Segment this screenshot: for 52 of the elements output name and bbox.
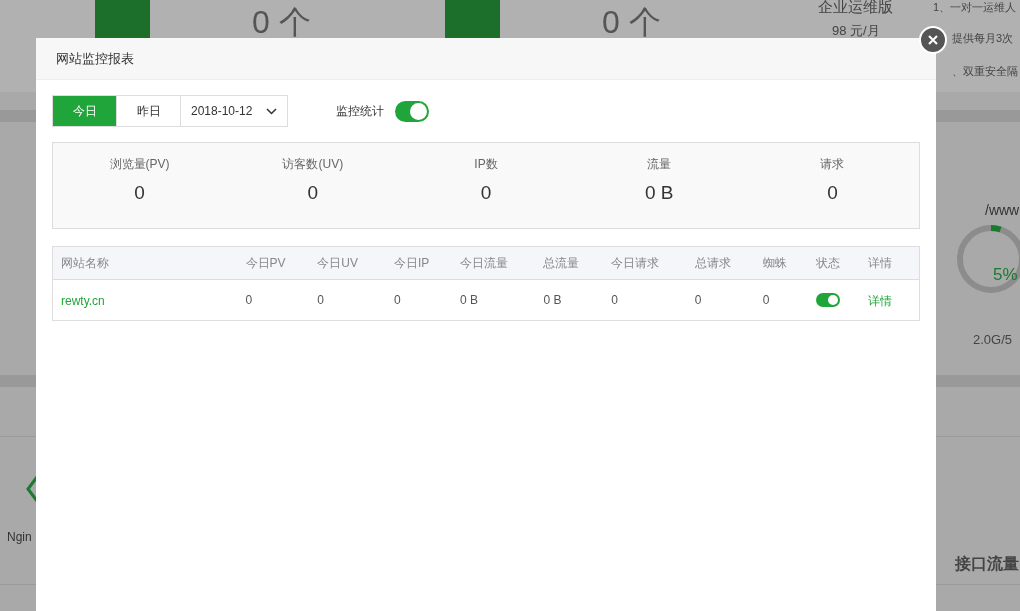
table-cell-text: 0: [610, 292, 619, 309]
feature-text: 提供每月3次: [952, 31, 1014, 46]
feature-text: 、双重安全隔: [952, 64, 1018, 79]
column-header: 总请求: [693, 255, 732, 272]
chevron-icon: [26, 475, 38, 503]
table-cell-text: 0: [393, 292, 402, 309]
stat-label: 请求: [820, 156, 845, 173]
stat-label: IP数: [474, 156, 498, 173]
column-header: 今日请求: [610, 255, 661, 272]
table-cell-text: 0: [693, 292, 703, 309]
column-header: 今日流量: [458, 255, 509, 272]
software-name: Ngin: [7, 529, 32, 546]
stat-label: 浏览量(PV): [109, 156, 170, 173]
stat-value: 0: [134, 181, 145, 205]
stat-value: 0: [480, 181, 492, 205]
disk-gauge: [956, 224, 1020, 294]
badge: [95, 0, 150, 40]
stat-label: 访客数(UV): [282, 156, 344, 173]
column-header: 今日IP: [393, 255, 431, 272]
column-header: 今日PV: [244, 255, 287, 272]
stat-value: 0: [307, 181, 319, 205]
badge: [445, 0, 500, 40]
column-header: 详情: [867, 255, 893, 272]
plan-price: 98 元/月: [832, 22, 880, 40]
stat-value: 0 B: [644, 181, 674, 205]
modal-title: 网站监控报表: [56, 49, 134, 68]
site-link[interactable]: rewty.cn: [61, 294, 105, 308]
disk-usage: 2.0G/5: [973, 331, 1013, 349]
stat-value: 0: [827, 181, 838, 205]
table-cell-text: 0: [244, 292, 254, 309]
disk-path: /www: [985, 201, 1020, 220]
monitor-label: 监控统计: [336, 103, 384, 120]
close-icon: [928, 35, 938, 45]
stat-label: 流量: [647, 156, 672, 173]
column-header: 蜘蛛: [761, 255, 788, 272]
plan-name: 企业运维版: [818, 0, 893, 17]
column-header: 总流量: [542, 255, 581, 272]
toggle-switch[interactable]: [395, 100, 429, 122]
toggle-switch[interactable]: [815, 293, 840, 307]
feature-text: 1、一对一运维人: [933, 0, 1017, 15]
disk-percent: 5%: [993, 264, 1018, 286]
table-cell-text: 0 B: [458, 292, 479, 309]
column-header: 今日UV: [316, 255, 360, 272]
column-header: 状态: [814, 255, 841, 272]
table-cell-text: 0 B: [542, 292, 563, 309]
detail-link[interactable]: 详情: [868, 294, 892, 308]
count-text: 0 个: [252, 3, 311, 42]
table-cell-text: 0: [761, 292, 771, 309]
column-header: 网站名称: [60, 255, 110, 272]
count-text: 0 个: [602, 3, 661, 42]
table-cell-text: 0: [316, 292, 326, 309]
section-title: 接口流量: [955, 554, 1019, 574]
